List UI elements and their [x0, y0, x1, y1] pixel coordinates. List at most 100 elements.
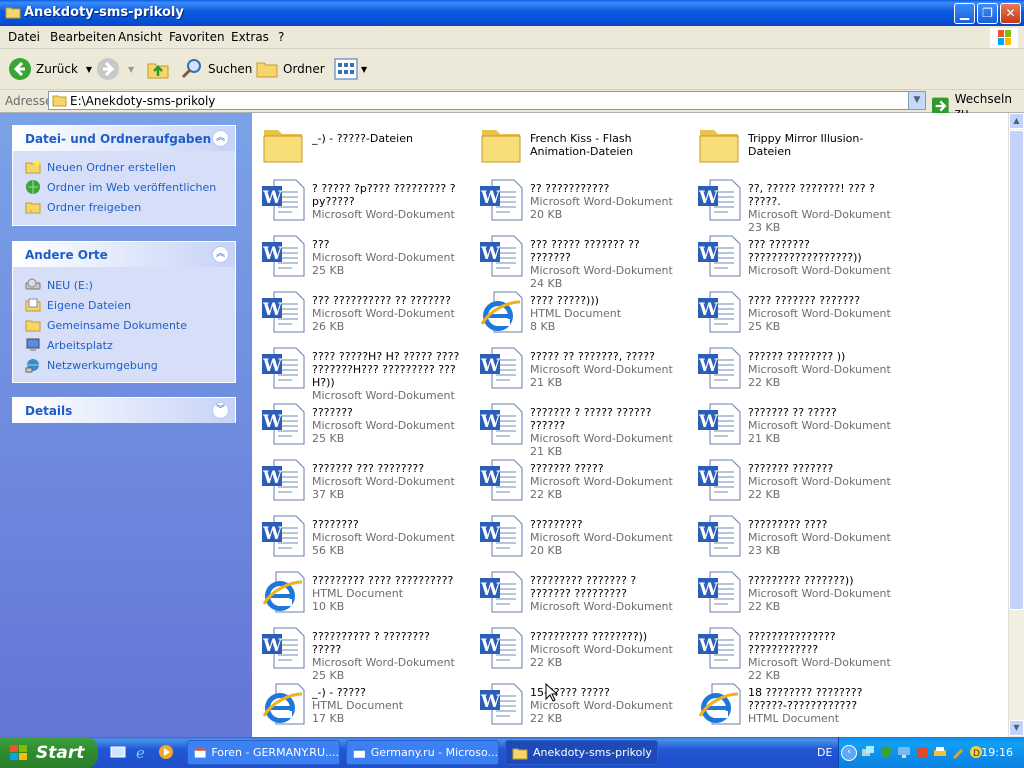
scroll-up-button[interactable]: ▲	[1009, 113, 1024, 129]
file-item[interactable]: W ??????? ? ????? ?????? ?????? Microsoft …	[472, 398, 682, 458]
menu-extras[interactable]: Extras	[231, 30, 269, 44]
place-shared-documents[interactable]: Gemeinsame Dokumente	[25, 317, 187, 333]
file-item[interactable]: 18 ???????? ???????? ??????-????????????…	[690, 678, 900, 730]
file-item[interactable]: W ??????????????? ???????????? Microsoft W…	[690, 622, 900, 682]
search-button[interactable]: Suchen	[180, 55, 252, 83]
place-network[interactable]: Netzwerkumgebung	[25, 357, 158, 373]
file-item[interactable]: W ??????? ??? ???????? Microsoft Word-Doku…	[254, 454, 464, 506]
file-folder-tasks-panel: Datei- und Ordneraufgaben ︽ Neuen Ordner…	[12, 125, 236, 226]
file-item[interactable]: W 15-????? ????? Microsoft Word-Dokument 22…	[472, 678, 682, 730]
file-item[interactable]: W ?????????? ????????)) Microsoft Word-Dok…	[472, 622, 682, 674]
taskbar-task[interactable]: Germany.ru - Microso...	[346, 740, 499, 765]
file-item[interactable]: W ??, ????? ???????! ??? ? ?????. Microsof…	[690, 174, 900, 234]
file-item[interactable]: W ?????? ???????? )) Microsoft Word-Dokume…	[690, 342, 900, 394]
maximize-button[interactable]: ❐	[977, 3, 998, 24]
tray-display-icon[interactable]	[897, 745, 911, 759]
expand-icon[interactable]: ︾	[212, 402, 229, 419]
file-item[interactable]: W ??? ????? ??????? ?? ??????? Microsoft W…	[472, 230, 682, 290]
file-item[interactable]: W ???? ?????H? H? ????? ???? ???????H??? …	[254, 342, 464, 402]
tray-security-icon[interactable]	[879, 745, 893, 759]
file-item[interactable]: W ????????? ???????)) Microsoft Word-Dokum…	[690, 566, 900, 618]
file-label: 18 ???????? ???????? ??????-????????????…	[748, 686, 898, 725]
place-drive-e[interactable]: NEU (E:)	[25, 277, 93, 293]
views-button[interactable]: ▼	[334, 55, 367, 83]
file-item[interactable]: W??? Microsoft Word-Dokument 25 KB	[254, 230, 464, 282]
up-folder-button[interactable]	[146, 55, 170, 83]
file-name: ????????? ???????))	[748, 574, 854, 587]
chevron-down-icon[interactable]: ▼	[128, 65, 134, 74]
language-indicator[interactable]: DE	[817, 746, 832, 759]
file-item[interactable]: W ??????? ??????? Microsoft Word-Dokument 2…	[690, 454, 900, 506]
file-name: _-) - ?????	[312, 686, 366, 699]
tray-expand-icon[interactable]: ‹	[841, 745, 857, 761]
folder-icon	[512, 748, 528, 759]
close-button[interactable]: ✕	[1000, 3, 1021, 24]
tray-tool-icon[interactable]	[951, 745, 965, 759]
file-size: 22 KB	[748, 600, 781, 613]
file-item[interactable]: W????????? Microsoft Word-Dokument 20 KB	[472, 510, 682, 562]
place-my-computer[interactable]: Arbeitsplatz	[25, 337, 113, 353]
address-input[interactable]: E:\Anekdoty-sms-prikoly ▼	[48, 91, 926, 110]
folders-button[interactable]: Ordner	[255, 55, 325, 83]
address-dropdown-button[interactable]: ▼	[908, 92, 925, 109]
minimize-button[interactable]: ▁	[954, 3, 975, 24]
file-name: 18 ???????? ???????? ??????-????????????	[748, 686, 863, 712]
folder-item[interactable]: _-) - ?????-Dateien	[254, 118, 464, 170]
panel-header[interactable]: Datei- und Ordneraufgaben ︽	[13, 126, 235, 151]
file-item[interactable]: W??????? Microsoft Word-Dokument 25 KB	[254, 398, 464, 450]
title-bar[interactable]: Anekdoty-sms-prikoly ▁ ❐ ✕	[0, 0, 1024, 26]
tray-flag-icon[interactable]	[915, 745, 929, 759]
file-item[interactable]: W ????? ?? ???????, ????? Microsoft Word-D…	[472, 342, 682, 394]
windows-logo-icon	[10, 744, 27, 760]
menu-datei[interactable]: Datei	[8, 30, 40, 44]
file-label: ?????????? ? ???????? ????? Microsoft Wor…	[312, 630, 462, 682]
file-item[interactable]: W ????????? ???? Microsoft Word-Dokument 23…	[690, 510, 900, 562]
file-item[interactable]: _-) - ????? HTML Document 17 KB	[254, 678, 464, 730]
quicklaunch-desktop-icon[interactable]	[110, 744, 126, 760]
file-label: ??, ????? ???????! ??? ? ?????. Microsoft…	[748, 182, 898, 234]
scroll-down-button[interactable]: ▼	[1009, 720, 1024, 736]
file-item[interactable]: W ???? ??????? ??????? Microsoft Word-Doku…	[690, 286, 900, 338]
start-button[interactable]: Start	[0, 737, 98, 768]
file-item[interactable]: ????????? ???? ?????????? HTML Document 10…	[254, 566, 464, 618]
taskbar-task[interactable]: Foren - GERMANY.RU....	[187, 740, 340, 765]
file-label: ??? ?????????? ?? ??????? Microsoft Word-…	[312, 294, 462, 333]
file-item[interactable]: W ??? ??????? ??????????????????)) Microso…	[690, 230, 900, 282]
menu-ansicht[interactable]: Ansicht	[118, 30, 162, 44]
tray-network-icon[interactable]	[861, 745, 875, 759]
tray-printer-icon[interactable]	[933, 745, 947, 759]
file-item[interactable]: W ?????????? ? ???????? ????? Microsoft Wo…	[254, 622, 464, 682]
place-my-documents[interactable]: Eigene Dateien	[25, 297, 131, 313]
file-size: 22 KB	[530, 488, 563, 501]
folder-item[interactable]: Trippy Mirror Illusion-Dateien	[690, 118, 900, 170]
menu-bearbeiten[interactable]: Bearbeiten	[50, 30, 116, 44]
chevron-down-icon[interactable]: ▼	[86, 65, 92, 74]
quicklaunch-media-icon[interactable]	[158, 744, 174, 760]
file-item[interactable]: W ??? ?????????? ?? ??????? Microsoft Word…	[254, 286, 464, 338]
file-item[interactable]: ???? ?????))) HTML Document 8 KB	[472, 286, 682, 338]
vertical-scrollbar[interactable]: ▲ ▼	[1008, 113, 1024, 737]
share-folder-link[interactable]: Ordner freigeben	[25, 199, 141, 215]
file-item[interactable]: W ? ????? ?p???? ????????? ?py????? Micros…	[254, 174, 464, 226]
file-item[interactable]: W???????? Microsoft Word-Dokument 56 KB	[254, 510, 464, 562]
chevron-down-icon[interactable]: ▼	[361, 65, 367, 74]
menu-favoriten[interactable]: Favoriten	[169, 30, 225, 44]
scroll-thumb[interactable]	[1009, 130, 1024, 610]
panel-header[interactable]: Andere Orte ︽	[13, 242, 235, 267]
collapse-icon[interactable]: ︽	[212, 130, 229, 147]
folder-item[interactable]: French Kiss - Flash Animation-Dateien	[472, 118, 682, 170]
file-item[interactable]: W ??????? ????? Microsoft Word-Dokument 22 …	[472, 454, 682, 506]
taskbar-task-active[interactable]: Anekdoty-sms-prikoly	[505, 740, 658, 765]
publish-web-link[interactable]: Ordner im Web veröffentlichen	[25, 179, 216, 195]
forward-button[interactable]: ▼	[96, 55, 134, 83]
panel-header[interactable]: Details ︾	[13, 398, 235, 423]
back-button[interactable]: Zurück ▼	[8, 55, 92, 83]
new-folder-link[interactable]: Neuen Ordner erstellen	[25, 159, 176, 175]
file-item[interactable]: W ????????? ??????? ? ??????? ????????? Mi…	[472, 566, 682, 618]
quicklaunch-ie-icon[interactable]: e	[134, 744, 150, 760]
menu-help[interactable]: ?	[278, 30, 284, 44]
file-size: 26 KB	[312, 320, 345, 333]
collapse-icon[interactable]: ︽	[212, 246, 229, 263]
file-item[interactable]: W ??????? ?? ????? Microsoft Word-Dokument…	[690, 398, 900, 450]
file-item[interactable]: W ?? ??????????? Microsoft Word-Dokument 20…	[472, 174, 682, 226]
